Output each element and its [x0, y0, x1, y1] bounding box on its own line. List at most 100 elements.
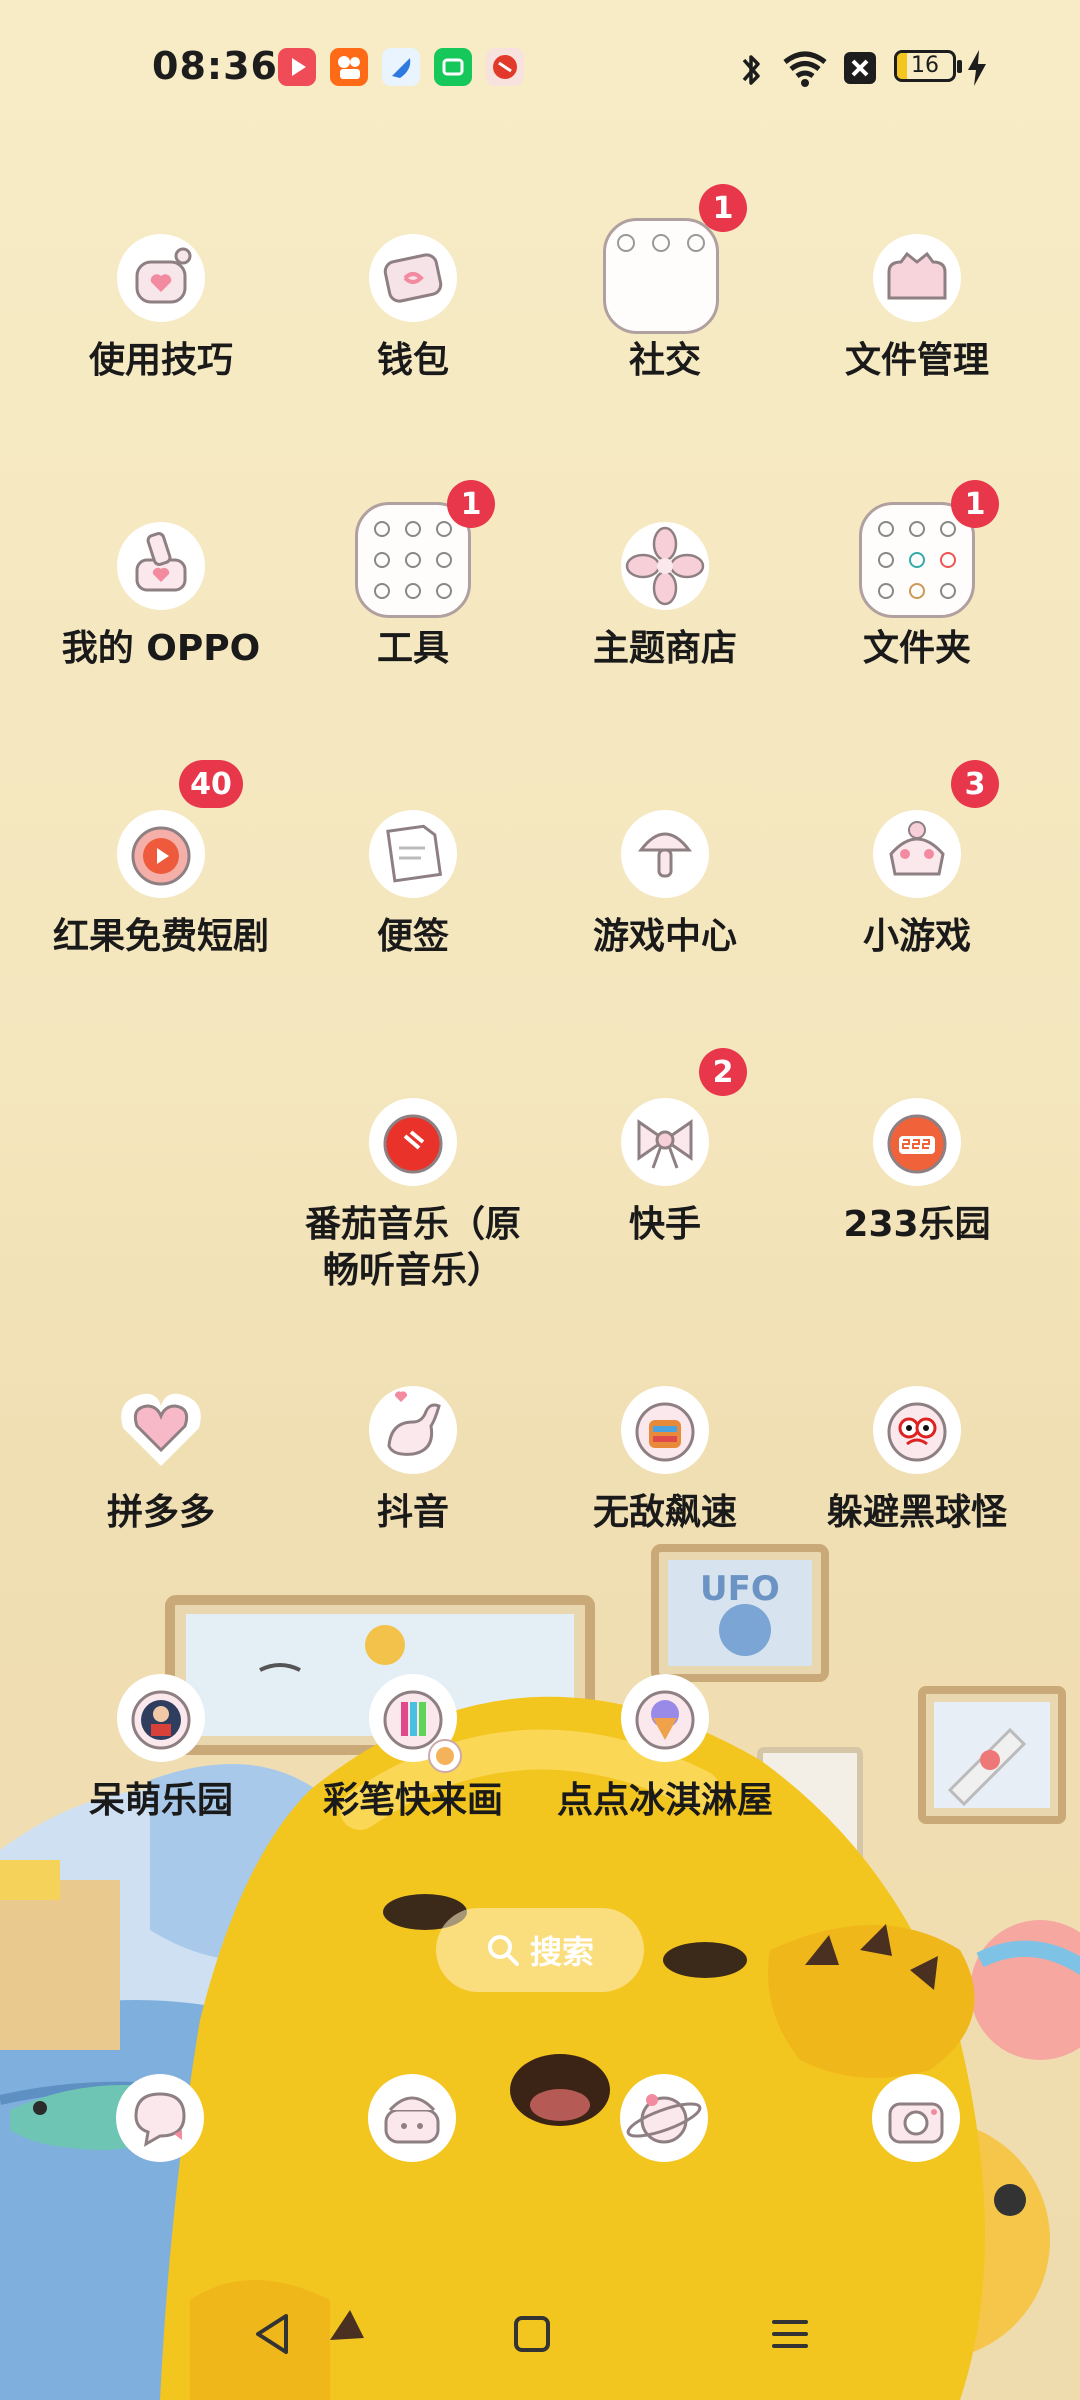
battery-level: 16: [911, 53, 939, 78]
app-label: 主题商店: [592, 628, 737, 669]
app-label: 拼多多: [106, 1492, 215, 1533]
app-label: 游戏中心: [592, 916, 737, 957]
wifi-icon: [783, 51, 827, 87]
app-wudi-biaosu[interactable]: 无敌飙速: [540, 1380, 790, 1536]
hongguo-icon: 40: [113, 760, 243, 900]
notification-badge: 3: [951, 760, 999, 808]
nav-recents-icon[interactable]: [770, 2314, 810, 2354]
charging-icon: [968, 50, 986, 86]
folder-icon: 1: [603, 184, 747, 334]
233-leyuan-icon: [869, 1092, 965, 1188]
notification-badge: 1: [699, 184, 747, 232]
app-fanqie-music[interactable]: 番茄音乐（原 畅听音乐）: [288, 1092, 538, 1294]
app-label: 彩笔快来画: [322, 1780, 503, 1821]
phone-icon: [368, 2074, 456, 2162]
battery-indicator: 16: [894, 50, 956, 82]
app-label: 工具: [376, 628, 449, 669]
app-label: 快手: [628, 1204, 701, 1245]
app-daimeng-leyuan[interactable]: 呆萌乐园: [36, 1668, 286, 1824]
dock-camera[interactable]: [868, 2070, 964, 2166]
app-tips[interactable]: 使用技巧: [36, 228, 286, 384]
camera-icon: [872, 2074, 960, 2162]
messages-icon: [116, 2074, 204, 2162]
game-center-icon: [617, 804, 713, 900]
app-label: 文件管理: [844, 340, 989, 381]
browser-app-icon: [382, 48, 420, 86]
douyin-icon: [365, 1380, 461, 1476]
fanqie-music-icon: [365, 1092, 461, 1188]
status-time: 08:36: [152, 44, 278, 88]
notification-badge: 2: [699, 1048, 747, 1096]
app-notes[interactable]: 便签: [288, 804, 538, 960]
app-caibi-kuailaihua[interactable]: 彩笔快来画: [288, 1668, 538, 1824]
app-diandian-bingqilin[interactable]: 点点冰淇淋屋: [540, 1668, 790, 1824]
app-label: 番茄音乐（原 畅听音乐）: [304, 1204, 521, 1291]
app-label: 红果免费短剧: [52, 916, 269, 957]
app-label: 抖音: [376, 1492, 449, 1533]
fanqie-app-icon: [486, 48, 524, 86]
app-my-oppo[interactable]: 我的 OPPO: [36, 516, 286, 672]
notification-badge: 1: [447, 480, 495, 528]
mini-games-icon: 3: [869, 760, 999, 900]
app-douyin[interactable]: 抖音: [288, 1380, 538, 1536]
caibi-kuailaihua-icon: [365, 1668, 462, 1773]
browser-icon: [620, 2074, 708, 2162]
dock-browser[interactable]: [616, 2070, 712, 2166]
search-icon: [487, 1935, 519, 1966]
folder-icon: 1: [859, 480, 999, 618]
app-hongguo[interactable]: 40 红果免费短剧: [36, 760, 286, 960]
wallet-icon: [365, 228, 461, 324]
pinduoduo-icon: [113, 1380, 209, 1476]
app-label: 233乐园: [843, 1204, 991, 1245]
wudi-biaosu-icon: [617, 1380, 713, 1476]
notification-badge: 40: [179, 760, 243, 808]
notification-badge: 1: [951, 480, 999, 528]
nav-home-icon[interactable]: [512, 2314, 552, 2354]
folder-icon: 1: [355, 480, 495, 618]
app-label: 呆萌乐园: [88, 1780, 233, 1821]
diandian-bingqilin-icon: [617, 1668, 713, 1764]
search-label: 搜索: [529, 1933, 594, 1971]
folder-tools[interactable]: 1 工具: [288, 480, 538, 672]
folder-social[interactable]: 1 社交: [540, 184, 790, 384]
tips-icon: [113, 228, 209, 324]
app-label: 小游戏: [862, 916, 971, 957]
app-label: 使用技巧: [88, 340, 233, 381]
app-label: 点点冰淇淋屋: [556, 1780, 773, 1821]
bluetooth-icon: [742, 55, 760, 85]
search-pill[interactable]: 搜索: [436, 1908, 644, 1992]
ufo-frame-text: UFO: [700, 1569, 780, 1609]
dock-phone[interactable]: [364, 2070, 460, 2166]
app-label: 躲避黑球怪: [826, 1492, 1007, 1533]
dock-messages[interactable]: [112, 2070, 208, 2166]
app-label: 我的 OPPO: [61, 628, 261, 669]
app-label: 无敌飙速: [592, 1492, 737, 1533]
app-duobi-heiqiu[interactable]: 躲避黑球怪: [792, 1380, 1042, 1536]
app-pinduoduo[interactable]: 拼多多: [36, 1380, 286, 1536]
iqiyi-app-icon: [434, 48, 472, 86]
status-bar: 08:36 16: [0, 0, 1080, 130]
app-label: 社交: [628, 340, 701, 381]
nav-back-icon[interactable]: [252, 2312, 292, 2356]
folder-folder[interactable]: 1 文件夹: [792, 480, 1042, 672]
app-file-manager[interactable]: 文件管理: [792, 228, 1042, 384]
kuaishou-icon: 2: [617, 1048, 747, 1188]
battery-tip: [957, 60, 962, 73]
file-manager-icon: [869, 228, 965, 324]
notes-icon: [365, 804, 461, 900]
app-label: 便签: [376, 916, 449, 957]
app-233-leyuan[interactable]: 233乐园: [792, 1092, 1042, 1248]
app-kuaishou[interactable]: 2 快手: [540, 1048, 790, 1248]
app-mini-games[interactable]: 3 小游戏: [792, 760, 1042, 960]
daimeng-leyuan-icon: [113, 1668, 209, 1764]
kuaishou-app-icon: [330, 48, 368, 86]
theme-store-icon: [617, 516, 713, 612]
app-wallet[interactable]: 钱包: [288, 228, 538, 384]
app-game-center[interactable]: 游戏中心: [540, 804, 790, 960]
no-sim-icon: [844, 52, 876, 84]
video-app-icon: [278, 48, 316, 86]
app-theme-store[interactable]: 主题商店: [540, 516, 790, 672]
duobi-heiqiu-icon: [869, 1380, 965, 1476]
installing-badge-icon: [428, 1739, 462, 1773]
app-label: 钱包: [376, 340, 449, 381]
